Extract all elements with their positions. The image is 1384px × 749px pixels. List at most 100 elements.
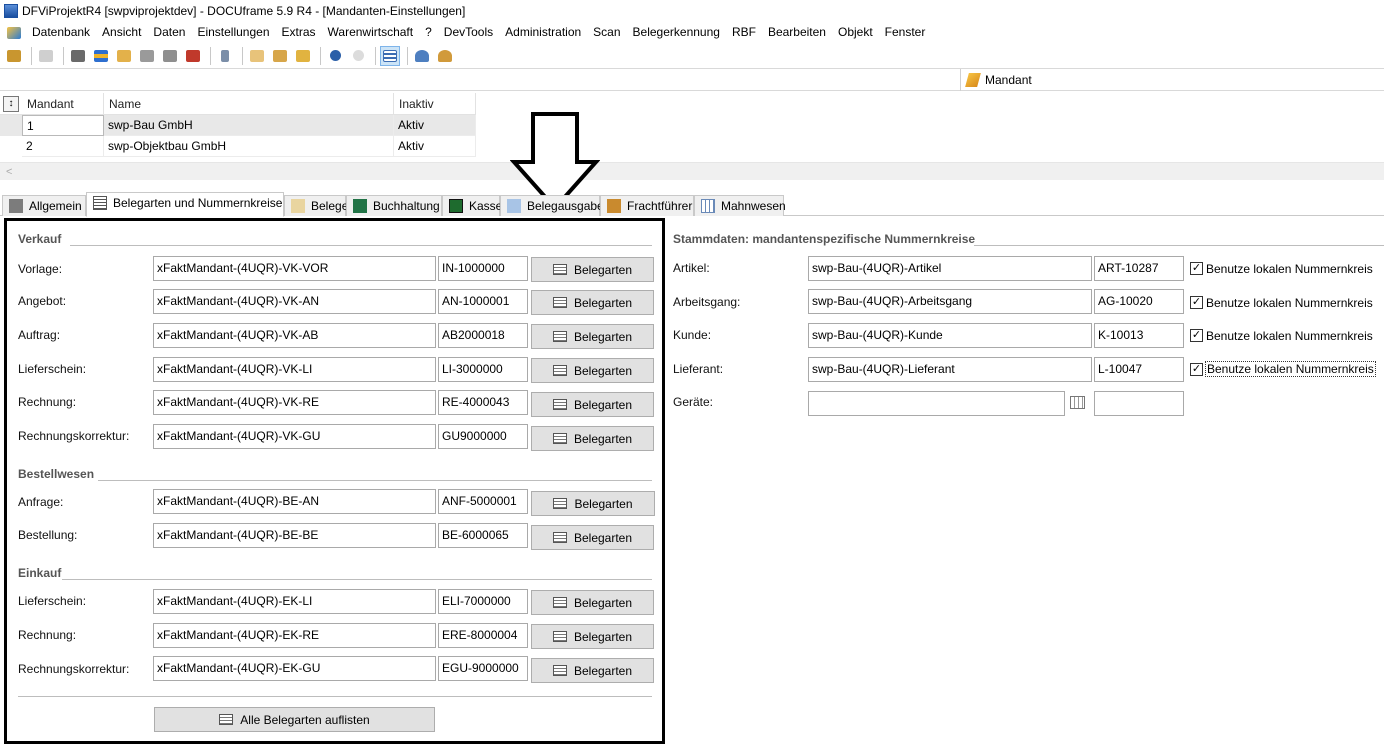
belegarten-button[interactable]: Belegarten [531,257,654,282]
number-range-field[interactable]: swp-Bau-(4UQR)-Arbeitsgang [808,289,1092,314]
form-view-icon[interactable] [380,45,400,66]
table-row[interactable]: 2 swp-Objektbau GmbH Aktiv [0,136,476,157]
card-icon[interactable] [68,46,88,66]
table-icon[interactable] [1070,396,1085,409]
panel-tab-mandant[interactable]: Mandant [960,69,1384,91]
number-field[interactable]: RE-4000043 [438,390,528,415]
number-field[interactable]: AN-1000001 [438,289,528,314]
doc-type-field[interactable]: xFaktMandant-(4UQR)-BE-AN [153,489,436,514]
table-row[interactable]: 1 swp-Bau GmbH Aktiv [0,115,476,136]
number-field[interactable]: EGU-9000000 [438,656,528,681]
tag-icon[interactable] [137,46,157,66]
app-menu-icon[interactable] [4,23,24,43]
search-disabled-icon[interactable] [348,46,368,66]
tab-allgemein[interactable]: Allgemein [2,195,86,216]
doc-type-field[interactable]: xFaktMandant-(4UQR)-VK-RE [153,390,436,415]
number-range-field[interactable]: swp-Bau-(4UQR)-Artikel [808,256,1092,281]
belegarten-button[interactable]: Belegarten [531,426,654,451]
menu-belegerkennung[interactable]: Belegerkennung [627,22,726,43]
list-icon[interactable] [91,46,111,66]
number-field[interactable]: BE-6000065 [438,523,528,548]
column-header-name[interactable]: Name [104,93,394,115]
scroll-left-arrow[interactable]: < [6,166,12,178]
phone-icon[interactable] [215,46,235,66]
doc-type-field[interactable]: xFaktMandant-(4UQR)-VK-AB [153,323,436,348]
belegarten-button[interactable]: Belegarten [531,324,654,349]
local-range-checkbox[interactable]: ✓ [1190,329,1203,342]
column-header-mandant[interactable]: Mandant [22,93,104,115]
cell-name[interactable]: swp-Bau GmbH [104,115,394,136]
belegarten-button[interactable]: Belegarten [531,525,654,550]
tab-mahnwesen[interactable]: Mahnwesen [694,195,786,216]
document-icon[interactable] [160,46,180,66]
tab-buchhaltung[interactable]: Buchhaltung [346,195,442,216]
cell-name[interactable]: swp-Objektbau GmbH [104,136,394,157]
menu-devtools[interactable]: DevTools [438,22,499,43]
folder-icon[interactable] [114,46,134,66]
number-field[interactable]: AB2000018 [438,323,528,348]
connect-icon[interactable] [4,46,24,66]
number-field[interactable]: IN-1000000 [438,256,528,281]
horizontal-scrollbar[interactable]: < [0,162,1384,180]
menu-scan[interactable]: Scan [587,22,626,43]
doc-type-field[interactable]: xFaktMandant-(4UQR)-EK-GU [153,656,436,681]
tab-kasse[interactable]: Kasse [442,195,502,216]
doc-type-field[interactable]: xFaktMandant-(4UQR)-VK-GU [153,424,436,449]
tab-belege[interactable]: Belege [284,195,348,216]
belegarten-button[interactable]: Belegarten [531,290,654,315]
local-range-checkbox[interactable]: ✓ [1190,363,1203,376]
tab-belegausgabe[interactable]: Belegausgabe [500,195,604,216]
local-range-checkbox[interactable]: ✓ [1190,262,1203,275]
number-field[interactable]: AG-10020 [1094,289,1184,314]
menu-fenster[interactable]: Fenster [879,22,932,43]
belegarten-button[interactable]: Belegarten [531,491,655,516]
number-range-field[interactable]: swp-Bau-(4UQR)-Kunde [808,323,1092,348]
belegarten-button[interactable]: Belegarten [531,358,654,383]
new-document-icon[interactable] [247,46,267,66]
number-field[interactable]: GU9000000 [438,424,528,449]
cell-inaktiv[interactable]: Aktiv [394,136,476,157]
number-field[interactable]: ANF-5000001 [438,489,528,514]
search-icon[interactable] [325,46,345,66]
menu-help[interactable]: ? [419,22,438,43]
number-field[interactable]: L-10047 [1094,357,1184,382]
menu-ansicht[interactable]: Ansicht [96,22,147,43]
open-folder-icon[interactable] [270,46,290,66]
number-field[interactable]: ELI-7000000 [438,589,528,614]
cell-mandant[interactable]: 1 [22,115,104,136]
geraete-field[interactable] [808,391,1065,416]
sort-icon[interactable]: ↕ [3,96,19,112]
menu-extras[interactable]: Extras [276,22,322,43]
number-field[interactable]: ERE-8000004 [438,623,528,648]
doc-type-field[interactable]: xFaktMandant-(4UQR)-BE-BE [153,523,436,548]
number-range-field[interactable]: swp-Bau-(4UQR)-Lieferant [808,357,1092,382]
menu-bearbeiten[interactable]: Bearbeiten [762,22,832,43]
tab-belegarten[interactable]: Belegarten und Nummernkreise [86,192,284,217]
belegarten-button[interactable]: Belegarten [531,590,654,615]
number-field[interactable]: LI-3000000 [438,357,528,382]
calendar-icon[interactable] [183,46,203,66]
menu-objekt[interactable]: Objekt [832,22,879,43]
belegarten-button[interactable]: Belegarten [531,624,654,649]
tab-frachtfuehrer[interactable]: Frachtführer [600,195,694,216]
menu-rbf[interactable]: RBF [726,22,762,43]
menu-warenwirtschaft[interactable]: Warenwirtschaft [322,22,420,43]
print-icon[interactable] [36,46,56,66]
local-range-checkbox[interactable]: ✓ [1190,296,1203,309]
users-icon[interactable] [435,46,455,66]
doc-type-field[interactable]: xFaktMandant-(4UQR)-VK-LI [153,357,436,382]
user-icon[interactable] [412,46,432,66]
doc-type-field[interactable]: xFaktMandant-(4UQR)-VK-AN [153,289,436,314]
list-all-doc-types-button[interactable]: Alle Belegarten auflisten [154,707,435,732]
doc-type-field[interactable]: xFaktMandant-(4UQR)-EK-LI [153,589,436,614]
number-field[interactable]: ART-10287 [1094,256,1184,281]
menu-einstellungen[interactable]: Einstellungen [191,22,275,43]
number-field[interactable] [1094,391,1184,416]
doc-type-field[interactable]: xFaktMandant-(4UQR)-EK-RE [153,623,436,648]
belegarten-button[interactable]: Belegarten [531,658,654,683]
cell-mandant[interactable]: 2 [22,136,104,157]
menu-datenbank[interactable]: Datenbank [26,22,96,43]
cell-inaktiv[interactable]: Aktiv [394,115,476,136]
menu-administration[interactable]: Administration [499,22,587,43]
column-header-inaktiv[interactable]: Inaktiv [394,93,476,115]
